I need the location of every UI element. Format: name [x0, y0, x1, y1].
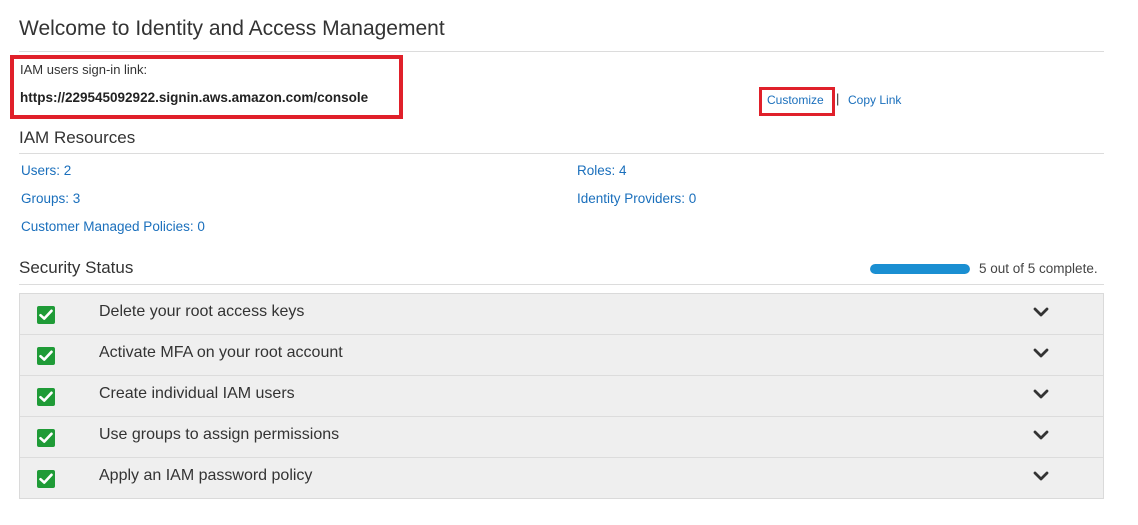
resources-title: IAM Resources [19, 128, 136, 147]
chevron-down-icon[interactable] [1033, 347, 1049, 359]
security-divider [19, 284, 1104, 285]
signin-label: IAM users sign-in link: [20, 62, 148, 77]
status-row-mfa[interactable]: Activate MFA on your root account [20, 335, 1103, 376]
page-title: Welcome to Identity and Access Managemen… [19, 17, 445, 40]
resource-customer-policies-link[interactable]: Customer Managed Policies: 0 [21, 219, 205, 234]
title-divider [19, 51, 1104, 52]
check-icon [37, 470, 55, 488]
resource-roles-link[interactable]: Roles: 4 [577, 163, 627, 178]
link-separator: | [836, 91, 840, 106]
status-row-root-keys[interactable]: Delete your root access keys [20, 294, 1103, 335]
resource-groups-link[interactable]: Groups: 3 [21, 191, 80, 206]
check-icon [37, 429, 55, 447]
security-progress-fill [870, 264, 970, 274]
status-label: Activate MFA on your root account [99, 344, 343, 361]
chevron-down-icon[interactable] [1033, 429, 1049, 441]
status-label: Delete your root access keys [99, 303, 305, 320]
status-row-password-policy[interactable]: Apply an IAM password policy [20, 458, 1103, 498]
chevron-down-icon[interactable] [1033, 306, 1049, 318]
check-icon [37, 388, 55, 406]
check-icon [37, 347, 55, 365]
resource-users-link[interactable]: Users: 2 [21, 163, 71, 178]
resources-divider [19, 153, 1104, 154]
status-row-groups[interactable]: Use groups to assign permissions [20, 417, 1103, 458]
resource-identity-providers-link[interactable]: Identity Providers: 0 [577, 191, 696, 206]
status-row-iam-users[interactable]: Create individual IAM users [20, 376, 1103, 417]
check-icon [37, 306, 55, 324]
copy-link[interactable]: Copy Link [848, 93, 901, 107]
security-status-list: Delete your root access keys Activate MF… [19, 293, 1104, 499]
signin-url: https://229545092922.signin.aws.amazon.c… [20, 90, 369, 105]
customize-link[interactable]: Customize [767, 93, 824, 107]
status-label: Apply an IAM password policy [99, 467, 313, 484]
chevron-down-icon[interactable] [1033, 470, 1049, 482]
security-title: Security Status [19, 258, 134, 277]
security-progress-text: 5 out of 5 complete. [979, 261, 1098, 276]
security-progress-bar [870, 264, 970, 274]
status-label: Use groups to assign permissions [99, 426, 340, 443]
status-label: Create individual IAM users [99, 385, 295, 402]
chevron-down-icon[interactable] [1033, 388, 1049, 400]
